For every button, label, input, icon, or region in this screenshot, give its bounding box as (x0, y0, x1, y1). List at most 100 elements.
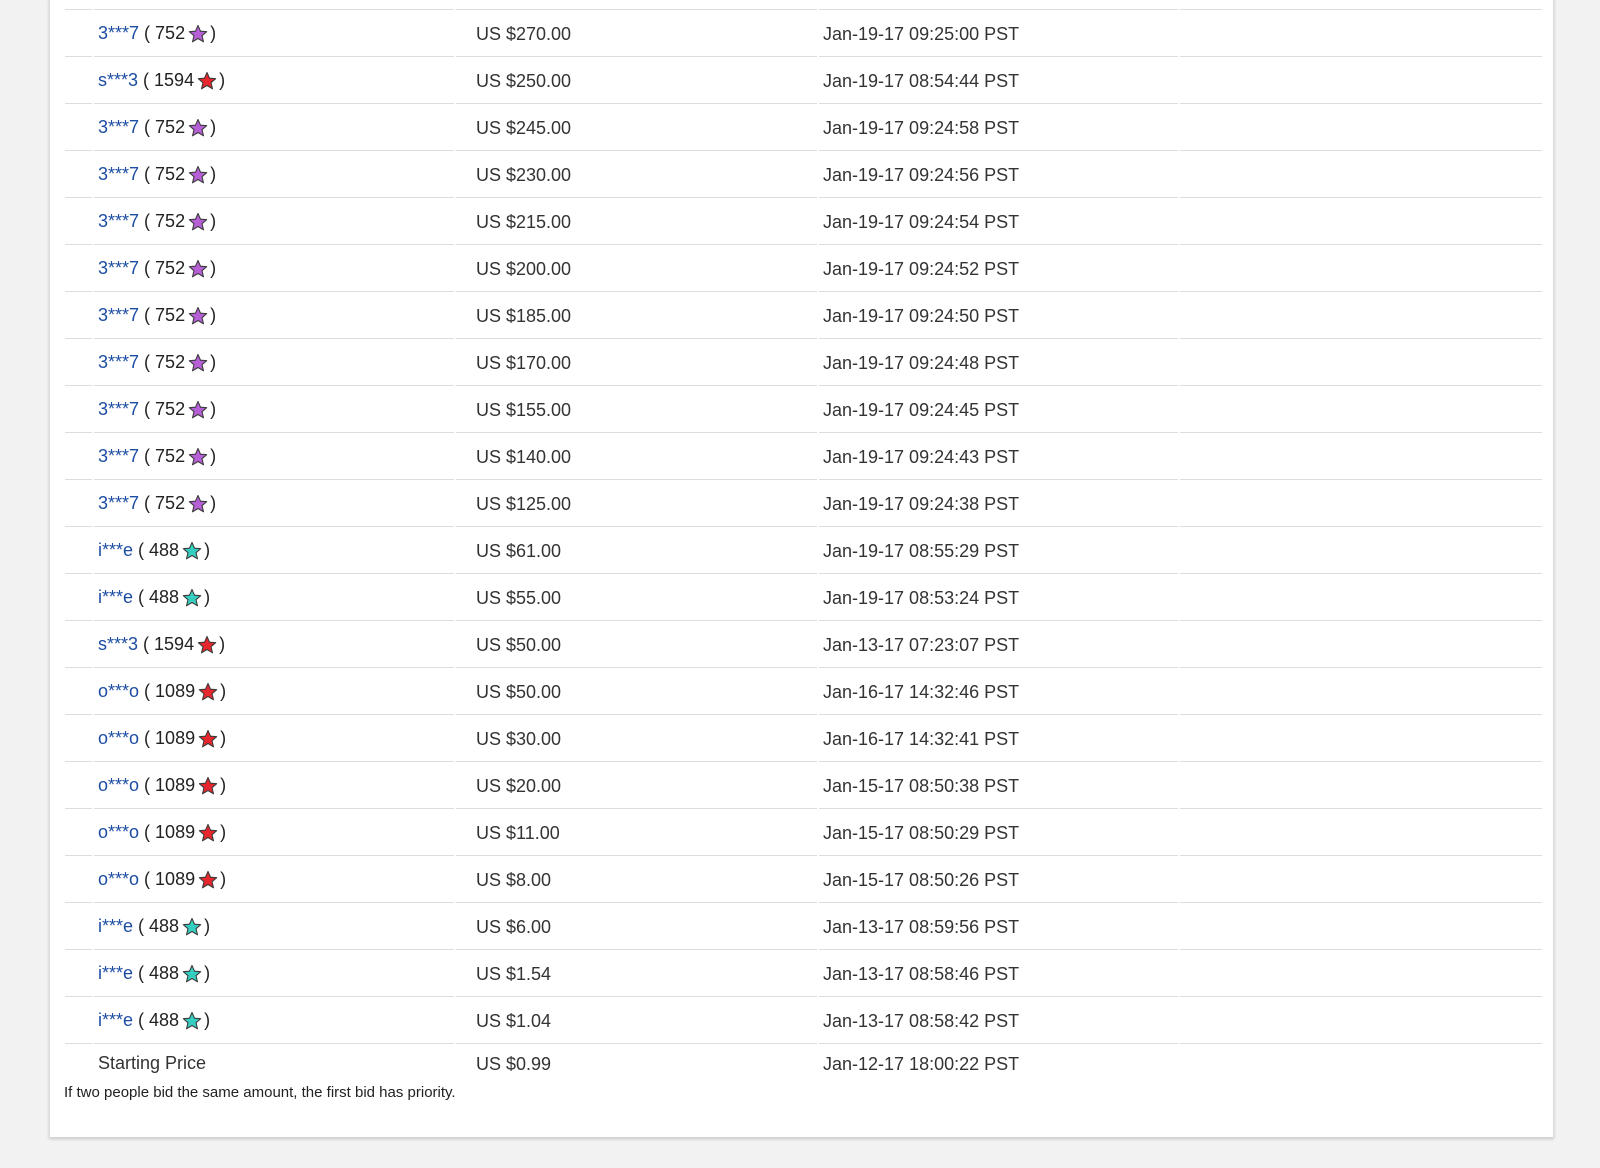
purple-star-icon[interactable] (185, 352, 210, 372)
purple-star-icon[interactable] (185, 258, 210, 278)
bidder-cell: o***o ( 1089) (92, 667, 455, 715)
paren-open: ( (139, 680, 156, 701)
paren-close: ) (210, 163, 217, 184)
purple-star-icon[interactable] (185, 305, 210, 325)
feedback-score[interactable]: ( 752) (139, 399, 216, 419)
bidder-cell: i***e ( 488) (92, 573, 455, 621)
bidder-name-link[interactable]: o***o (98, 681, 139, 701)
feedback-score[interactable]: ( 752) (139, 446, 216, 466)
feedback-score[interactable]: ( 752) (139, 211, 216, 231)
feedback-score[interactable]: ( 488) (133, 916, 210, 936)
turquoise-star-icon[interactable] (179, 540, 204, 560)
bid-row: 3***7 ( 752) US $185.00 Jan-19-17 09:24:50… (65, 291, 1542, 339)
paren-close: ) (210, 445, 217, 466)
feedback-score[interactable]: ( 752) (139, 258, 216, 278)
red-star-icon[interactable] (195, 869, 220, 889)
turquoise-star-icon[interactable] (179, 587, 204, 607)
empty-cell (1178, 902, 1542, 950)
feedback-score[interactable]: ( 488) (133, 540, 210, 560)
bidder-name-link[interactable]: 3***7 (98, 446, 139, 466)
red-star-icon[interactable] (195, 681, 220, 701)
bidder-name-link[interactable]: i***e (98, 916, 133, 936)
feedback-score[interactable]: ( 752) (139, 305, 216, 325)
empty-cell (1178, 338, 1542, 386)
bidder-name-link[interactable]: o***o (98, 775, 139, 795)
feedback-score-value: 1089 (155, 868, 196, 889)
bidder-name-link[interactable]: s***3 (98, 634, 138, 654)
purple-star-icon[interactable] (185, 399, 210, 419)
starting-price-label: Starting Price (92, 1043, 455, 1084)
paren-open: ( (139, 821, 156, 842)
red-star-icon[interactable] (195, 728, 220, 748)
feedback-score[interactable]: ( 752) (139, 117, 216, 137)
empty-cell (1178, 714, 1542, 762)
red-star-icon[interactable] (195, 822, 220, 842)
bidder-name-link[interactable]: o***o (98, 822, 139, 842)
feedback-score[interactable]: ( 752) (139, 164, 216, 184)
bid-history-panel: 3***7 ( 752) US $270.00 Jan-19-17 09:25:00… (49, 0, 1554, 1138)
bidder-name-link[interactable]: 3***7 (98, 117, 139, 137)
feedback-score-value: 752 (155, 445, 186, 466)
turquoise-star-icon[interactable] (179, 963, 204, 983)
row-spacer (65, 479, 93, 527)
bid-row: 3***7 ( 752) US $125.00 Jan-19-17 09:24:38… (65, 479, 1542, 527)
bidder-name-link[interactable]: 3***7 (98, 164, 139, 184)
feedback-score[interactable]: ( 1089) (139, 681, 226, 701)
feedback-score-value: 752 (155, 210, 186, 231)
bidder-name-link[interactable]: s***3 (98, 70, 138, 90)
bid-amount: US $230.00 (454, 150, 818, 198)
bidder-name-link[interactable]: i***e (98, 963, 133, 983)
feedback-score-value: 488 (149, 539, 180, 560)
bidder-name-link[interactable]: 3***7 (98, 399, 139, 419)
bidder-name-link[interactable]: 3***7 (98, 352, 139, 372)
feedback-score[interactable]: ( 1089) (139, 822, 226, 842)
red-star-icon[interactable] (194, 70, 219, 90)
turquoise-star-icon[interactable] (179, 1010, 204, 1030)
bidder-name-link[interactable]: 3***7 (98, 23, 139, 43)
paren-open: ( (139, 257, 156, 278)
bidder-name-link[interactable]: 3***7 (98, 211, 139, 231)
feedback-score[interactable]: ( 1594) (138, 70, 225, 90)
paren-close: ) (204, 1009, 211, 1030)
bidder-name-link[interactable]: o***o (98, 869, 139, 889)
empty-cell (1178, 197, 1542, 245)
feedback-score[interactable]: ( 752) (139, 352, 216, 372)
red-star-icon[interactable] (194, 634, 219, 654)
purple-star-icon[interactable] (185, 493, 210, 513)
bid-time: Jan-19-17 08:55:29 PST (817, 526, 1179, 574)
bidder-name-link[interactable]: 3***7 (98, 493, 139, 513)
feedback-score[interactable]: ( 1089) (139, 728, 226, 748)
bidder-name-link[interactable]: i***e (98, 540, 133, 560)
empty-cell (1178, 432, 1542, 480)
bidder-name-link[interactable]: i***e (98, 587, 133, 607)
feedback-score[interactable]: ( 1089) (139, 869, 226, 889)
turquoise-star-icon[interactable] (179, 916, 204, 936)
bidder-cell: o***o ( 1089) (92, 808, 455, 856)
purple-star-icon[interactable] (185, 164, 210, 184)
bid-row: o***o ( 1089) US $11.00 Jan-15-17 08:50:29… (65, 808, 1542, 856)
bid-amount: US $215.00 (454, 197, 818, 245)
bidder-name-link[interactable]: i***e (98, 1010, 133, 1030)
feedback-score[interactable]: ( 752) (139, 23, 216, 43)
bidder-cell: i***e ( 488) (92, 526, 455, 574)
tie-bid-note: If two people bid the same amount, the f… (64, 1084, 456, 1101)
feedback-score-value: 488 (149, 1009, 180, 1030)
bidder-name-link[interactable]: o***o (98, 728, 139, 748)
bidder-name-link[interactable]: 3***7 (98, 305, 139, 325)
empty-cell (1178, 761, 1542, 809)
purple-star-icon[interactable] (185, 23, 210, 43)
feedback-score[interactable]: ( 1594) (138, 634, 225, 654)
bid-amount: US $185.00 (454, 291, 818, 339)
purple-star-icon[interactable] (185, 211, 210, 231)
purple-star-icon[interactable] (185, 117, 210, 137)
empty-cell (1178, 667, 1542, 715)
row-spacer (65, 573, 93, 621)
feedback-score[interactable]: ( 1089) (139, 775, 226, 795)
purple-star-icon[interactable] (185, 446, 210, 466)
feedback-score[interactable]: ( 488) (133, 1010, 210, 1030)
red-star-icon[interactable] (195, 775, 220, 795)
feedback-score[interactable]: ( 488) (133, 587, 210, 607)
feedback-score[interactable]: ( 752) (139, 493, 216, 513)
bidder-name-link[interactable]: 3***7 (98, 258, 139, 278)
feedback-score[interactable]: ( 488) (133, 963, 210, 983)
